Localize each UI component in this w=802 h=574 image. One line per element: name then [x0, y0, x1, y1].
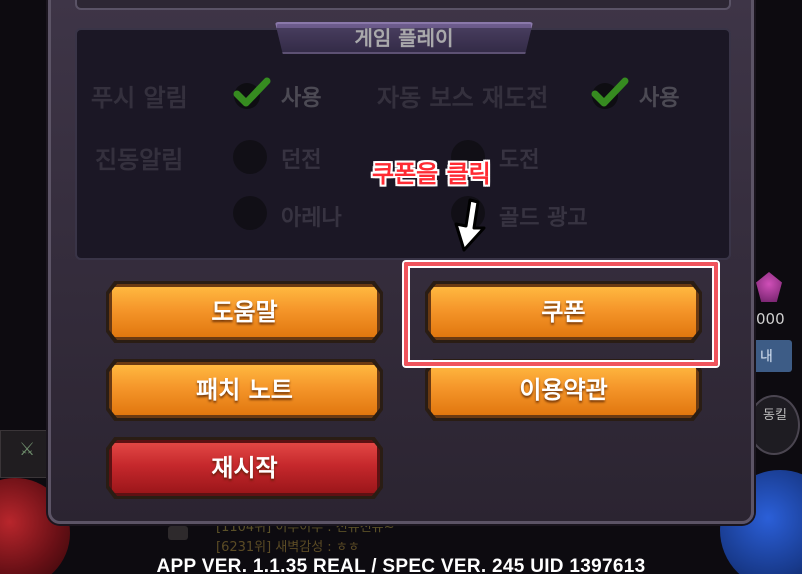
- background-side-panel: ⚔: [0, 430, 50, 478]
- arrow-down-icon: [454, 198, 486, 252]
- patch-notes-button[interactable]: 패치 노트: [109, 362, 380, 418]
- arena-option: 아레나: [281, 206, 342, 231]
- chat-line: [6231위] 새벽감성 : ㅎㅎ: [216, 540, 360, 555]
- background-chat: [1104위] 이루이루 : 천유천유~ [6231위] 새벽감성 : ㅎㅎ: [170, 518, 470, 558]
- dungeon-option: 던전: [281, 148, 322, 173]
- dungeon-radio[interactable]: [233, 140, 267, 174]
- vibration-alert-label: 진동알림: [95, 146, 184, 174]
- gem-icon: [756, 272, 782, 302]
- section-title: 게임 플레이: [275, 22, 533, 54]
- version-info: APP VER. 1.1.35 REAL / SPEC VER. 245 UID…: [156, 556, 646, 574]
- auto-boss-retry-label: 자동 보스 재도전: [377, 84, 549, 112]
- dialog-top-section-edge: [75, 0, 731, 10]
- checkmark-icon[interactable]: [231, 76, 273, 112]
- background-skill-label: 동킬: [763, 408, 787, 423]
- auto-boss-retry-option: 사용: [639, 86, 680, 111]
- annotation-label: 쿠폰을 클릭: [372, 160, 491, 188]
- checkmark-icon[interactable]: [589, 76, 631, 112]
- push-notification-label: 푸시 알림: [91, 84, 188, 112]
- push-notification-option: 사용: [281, 86, 322, 111]
- gold-ad-option: 골드 광고: [499, 206, 588, 231]
- restart-button[interactable]: 재시작: [109, 440, 380, 496]
- background-side-button[interactable]: 내: [752, 340, 792, 372]
- help-button[interactable]: 도움말: [109, 284, 380, 340]
- arena-radio[interactable]: [233, 196, 267, 230]
- coupon-highlight-box: [404, 262, 718, 366]
- sword-icon: ⚔: [19, 439, 36, 460]
- terms-button[interactable]: 이용약관: [428, 362, 699, 418]
- background-skill-button[interactable]: 동킬: [748, 395, 800, 455]
- challenge-option: 도전: [499, 148, 540, 173]
- background-currency-amount: 000: [756, 310, 785, 328]
- background-side-button-label: 내: [760, 349, 773, 365]
